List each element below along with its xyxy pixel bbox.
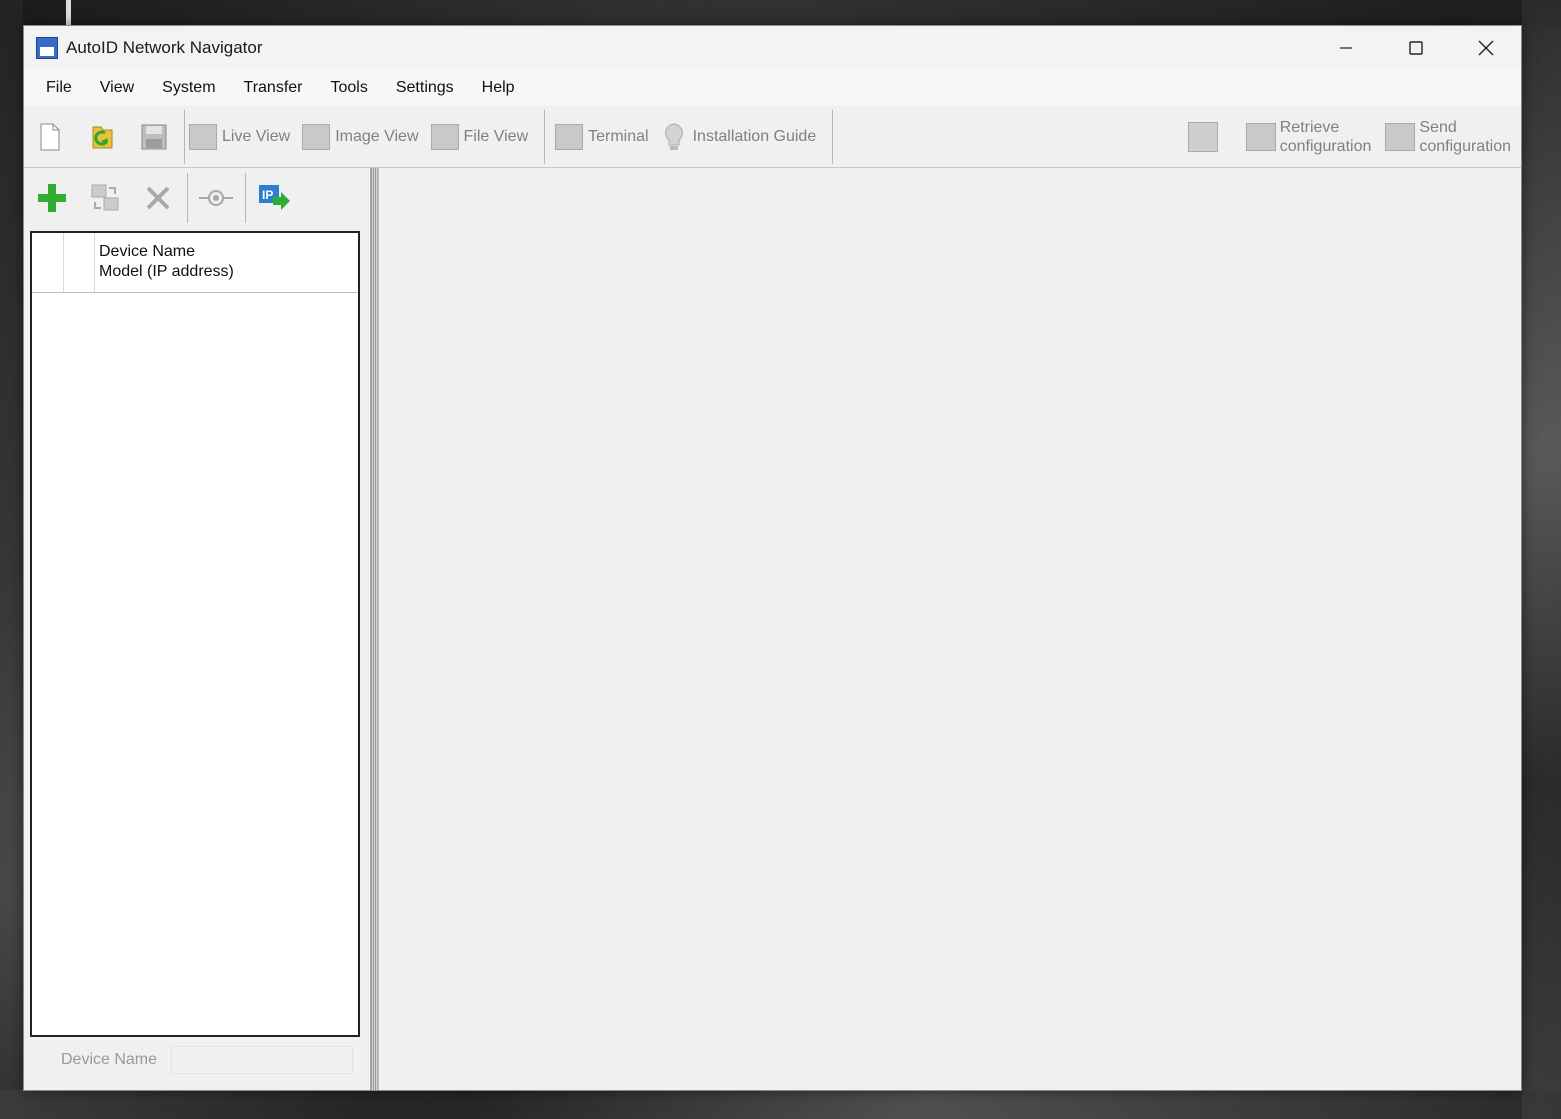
pane-splitter[interactable] bbox=[370, 168, 378, 1090]
desktop-shard bbox=[0, 1090, 1561, 1119]
device-config-button[interactable] bbox=[1187, 122, 1218, 152]
live-view-label: Live View bbox=[222, 127, 291, 145]
installation-guide-button[interactable]: Installation Guide bbox=[661, 122, 817, 152]
detail-pane bbox=[378, 168, 1521, 1090]
minimize-icon bbox=[1340, 47, 1352, 49]
retrieve-configuration-icon bbox=[1245, 123, 1276, 151]
window-controls bbox=[1311, 26, 1521, 70]
add-device-button[interactable] bbox=[34, 180, 70, 216]
minimize-button[interactable] bbox=[1311, 26, 1381, 70]
connect-button[interactable] bbox=[198, 180, 234, 216]
new-file-button[interactable] bbox=[37, 123, 63, 151]
title-bar[interactable]: AutoID Network Navigator bbox=[24, 26, 1521, 70]
icon-column-header[interactable] bbox=[64, 233, 95, 292]
main-content: IP Device Name Model (IP address) Device… bbox=[24, 168, 1521, 1090]
device-pane: IP Device Name Model (IP address) Device… bbox=[24, 168, 370, 1090]
app-logo-icon bbox=[36, 37, 58, 59]
menu-file[interactable]: File bbox=[32, 79, 86, 97]
change-device-icon bbox=[91, 184, 119, 211]
send-label-line1: Send bbox=[1419, 119, 1457, 136]
maximize-button[interactable] bbox=[1381, 26, 1451, 70]
installation-guide-label: Installation Guide bbox=[692, 127, 817, 145]
svg-text:IP: IP bbox=[262, 188, 273, 202]
file-view-button[interactable]: File View bbox=[430, 123, 529, 150]
window-title: AutoID Network Navigator bbox=[66, 38, 263, 57]
toolbar-separator bbox=[184, 109, 185, 164]
background-window-edge bbox=[66, 0, 71, 25]
maximize-icon bbox=[1409, 41, 1423, 55]
retrieve-configuration-button[interactable]: Retrieve configuration bbox=[1245, 118, 1372, 156]
device-name-field[interactable] bbox=[171, 1046, 353, 1074]
delete-device-button[interactable] bbox=[140, 180, 176, 216]
live-view-button[interactable]: Live View bbox=[189, 123, 291, 150]
change-device-button[interactable] bbox=[87, 180, 123, 216]
menu-system[interactable]: System bbox=[148, 79, 229, 97]
header-model-ip: Model (IP address) bbox=[99, 263, 234, 280]
device-list[interactable]: Device Name Model (IP address) bbox=[30, 231, 360, 1037]
new-file-icon bbox=[40, 123, 60, 150]
live-view-icon bbox=[189, 123, 217, 150]
ip-setting-button[interactable]: IP bbox=[256, 180, 292, 216]
file-view-label: File View bbox=[463, 127, 529, 145]
device-name-label: Device Name bbox=[61, 1051, 158, 1068]
add-device-icon bbox=[38, 184, 66, 212]
send-label-line2: configuration bbox=[1419, 138, 1511, 155]
open-file-button[interactable] bbox=[89, 123, 115, 151]
toolbar-separator bbox=[544, 109, 546, 164]
device-name-row: Device Name bbox=[61, 1046, 353, 1074]
desktop-shard bbox=[0, 0, 23, 1119]
menu-tools[interactable]: Tools bbox=[317, 79, 382, 97]
desktop-shard bbox=[1522, 0, 1561, 1119]
save-button[interactable] bbox=[141, 123, 167, 151]
toolbar-separator bbox=[245, 173, 246, 223]
image-view-button[interactable]: Image View bbox=[302, 123, 419, 150]
retrieve-label-line1: Retrieve bbox=[1279, 119, 1340, 136]
main-toolbar: Live View Image View File View Terminal … bbox=[24, 106, 1521, 168]
desktop-shard bbox=[0, 0, 1561, 25]
app-window: AutoID Network Navigator File View Syste… bbox=[23, 25, 1522, 1091]
toolbar-separator bbox=[832, 109, 834, 164]
send-configuration-button[interactable]: Send configuration bbox=[1385, 118, 1511, 156]
close-icon bbox=[1478, 40, 1494, 56]
send-configuration-icon bbox=[1385, 123, 1416, 151]
image-view-icon bbox=[302, 123, 331, 150]
retrieve-label-line2: configuration bbox=[1279, 138, 1372, 155]
close-button[interactable] bbox=[1451, 26, 1521, 70]
device-list-header[interactable]: Device Name Model (IP address) bbox=[32, 233, 358, 293]
open-file-icon bbox=[92, 126, 113, 148]
toolbar-right-group: Retrieve configuration Send configuratio… bbox=[1187, 106, 1511, 168]
delete-device-icon bbox=[146, 186, 170, 210]
save-icon bbox=[141, 124, 167, 149]
terminal-icon bbox=[555, 123, 584, 150]
lightbulb-icon bbox=[664, 122, 683, 150]
ip-setting-icon: IP bbox=[259, 185, 290, 210]
menu-help[interactable]: Help bbox=[468, 79, 529, 97]
terminal-button[interactable]: Terminal bbox=[555, 123, 649, 150]
status-column-header[interactable] bbox=[32, 233, 64, 292]
device-toolbar: IP bbox=[24, 168, 370, 228]
toolbar-separator bbox=[187, 173, 188, 223]
connect-icon bbox=[199, 190, 233, 206]
menu-transfer[interactable]: Transfer bbox=[230, 79, 317, 97]
terminal-label: Terminal bbox=[588, 127, 649, 145]
header-device-name: Device Name bbox=[99, 243, 196, 260]
image-view-label: Image View bbox=[335, 127, 419, 145]
menu-bar: File View System Transfer Tools Settings… bbox=[24, 70, 1521, 106]
menu-settings[interactable]: Settings bbox=[382, 79, 468, 97]
menu-view[interactable]: View bbox=[86, 79, 148, 97]
device-column-header[interactable]: Device Name Model (IP address) bbox=[95, 233, 234, 292]
file-view-icon bbox=[430, 123, 459, 150]
